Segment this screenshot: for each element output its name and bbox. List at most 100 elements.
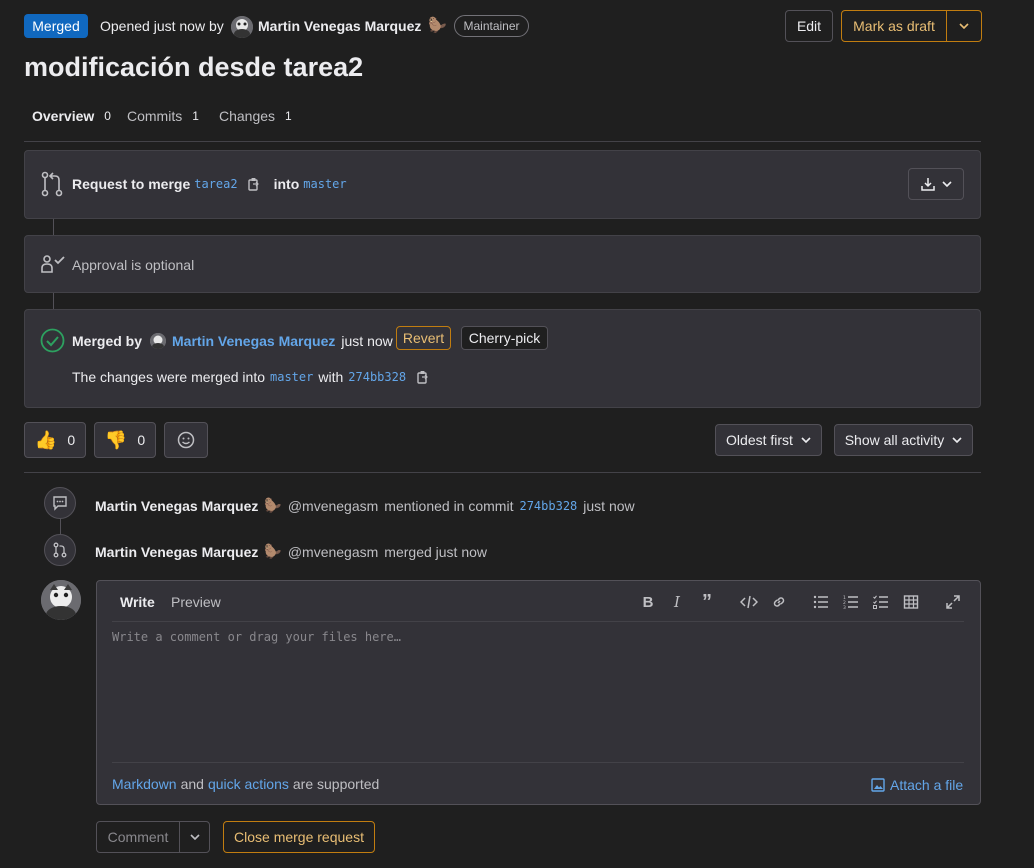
supported-text: are supported — [292, 776, 380, 792]
editor-toolbar-divider — [112, 621, 964, 622]
comment-options-dropdown[interactable] — [179, 821, 210, 853]
merge-commit-sha[interactable]: 274bb328 — [348, 370, 406, 384]
with-text: with — [318, 369, 344, 385]
activity-handle[interactable]: @mvenegasm — [288, 498, 378, 514]
comment-icon — [44, 487, 76, 519]
tab-commits[interactable]: Commits 1 — [127, 108, 199, 124]
opened-text: Opened just now by — [100, 18, 224, 34]
tab-label: Overview — [32, 108, 95, 124]
edit-button[interactable]: Edit — [785, 10, 833, 42]
italic-icon[interactable]: I — [668, 593, 686, 611]
table-icon[interactable] — [902, 593, 920, 611]
role-badge: Maintainer — [454, 15, 529, 37]
activity-divider — [24, 472, 981, 473]
comment-button[interactable]: Comment — [96, 821, 180, 853]
bullet-list-icon[interactable] — [812, 593, 830, 611]
and-text: and — [180, 776, 204, 792]
chevron-down-icon — [189, 834, 200, 840]
check-circle-icon — [40, 328, 65, 353]
close-merge-request-button[interactable]: Close merge request — [223, 821, 375, 853]
merged-widget — [24, 309, 981, 408]
source-branch[interactable]: tarea2 — [194, 177, 237, 191]
fullscreen-icon[interactable] — [944, 593, 962, 611]
tabs-divider — [24, 141, 981, 142]
mark-as-draft-button[interactable]: Mark as draft — [841, 10, 947, 42]
merge-details: The changes were merged into master with… — [72, 369, 429, 385]
activity-item: Martin Venegas Marquez 🦫 @mvenegasm ment… — [95, 497, 635, 514]
numbered-list-icon[interactable]: 123 — [842, 593, 860, 611]
comment-textarea[interactable] — [112, 630, 964, 758]
page-title: modificación desde tarea2 — [24, 52, 364, 82]
thumbs-down-button[interactable]: 👎 0 — [94, 422, 156, 458]
activity-user[interactable]: Martin Venegas Marquez — [95, 544, 258, 560]
activity-item: Martin Venegas Marquez 🦫 @mvenegasm merg… — [95, 543, 487, 560]
thumbs-up-icon: 👍 — [34, 429, 58, 450]
tab-count: 1 — [192, 109, 199, 123]
download-dropdown[interactable] — [908, 168, 964, 200]
timeline-connector — [53, 293, 54, 310]
quick-actions-link[interactable]: quick actions — [208, 776, 289, 792]
merged-into-text: The changes were merged into — [72, 369, 265, 385]
thumbs-down-icon: 👎 — [104, 429, 128, 450]
tab-label: Commits — [127, 108, 183, 124]
bold-icon[interactable]: B — [639, 593, 657, 611]
activity-user[interactable]: Martin Venegas Marquez — [95, 498, 258, 514]
activity-handle[interactable]: @mvenegasm — [288, 544, 378, 560]
attach-file-label: Attach a file — [890, 777, 964, 793]
copy-sha-icon[interactable] — [417, 370, 429, 384]
copy-branch-icon[interactable] — [247, 177, 260, 191]
beaver-emoji-icon: 🦫 — [264, 543, 282, 559]
activity-filter-dropdown[interactable]: Show all activity — [834, 424, 973, 456]
merged-by-label: Merged by — [72, 333, 143, 349]
tab-label: Changes — [219, 108, 276, 124]
quote-icon[interactable]: ” — [698, 591, 716, 613]
merge-prefix: Request to merge — [72, 176, 191, 192]
link-icon[interactable] — [770, 593, 788, 611]
tab-changes[interactable]: Changes 1 — [219, 108, 292, 124]
tab-count: 1 — [285, 109, 292, 123]
thumbs-up-button[interactable]: 👍 0 — [24, 422, 86, 458]
approval-icon — [40, 254, 66, 274]
tab-preview[interactable]: Preview — [171, 594, 221, 610]
merged-time: just now — [341, 333, 393, 349]
download-icon — [921, 178, 935, 191]
activity-time: just now — [583, 497, 635, 514]
add-reaction-button[interactable] — [164, 422, 208, 458]
beaver-emoji-icon: 🦫 — [264, 497, 282, 513]
merger-name[interactable]: Martin Venegas Marquez — [172, 333, 335, 349]
activity-action: mentioned in commit — [384, 497, 514, 514]
tab-write[interactable]: Write — [120, 594, 155, 610]
revert-button[interactable]: Revert — [396, 326, 451, 350]
current-user-avatar[interactable] — [41, 580, 81, 620]
sort-order-dropdown[interactable]: Oldest first — [715, 424, 822, 456]
target-branch[interactable]: master — [303, 177, 346, 191]
chevron-down-icon — [952, 437, 962, 443]
sort-order-label: Oldest first — [726, 432, 793, 448]
editor-footer-divider — [112, 762, 964, 763]
tab-count: 0 — [104, 109, 111, 123]
merge-icon — [44, 534, 76, 566]
approval-text: Approval is optional — [72, 257, 195, 273]
activity-commit[interactable]: 274bb328 — [519, 499, 577, 513]
markdown-help: Markdown and quick actions are supported — [112, 776, 379, 792]
merged-summary: Merged by Martin Venegas Marquez just no… — [72, 333, 393, 349]
more-actions-dropdown[interactable] — [946, 10, 982, 42]
task-list-icon[interactable] — [872, 593, 890, 611]
thumbs-down-count: 0 — [137, 432, 146, 448]
cherry-pick-button[interactable]: Cherry-pick — [461, 326, 548, 350]
author-avatar[interactable] — [231, 16, 253, 38]
merger-avatar[interactable] — [150, 333, 167, 349]
chevron-down-icon — [801, 437, 811, 443]
author-name[interactable]: Martin Venegas Marquez — [258, 18, 421, 34]
code-icon[interactable] — [740, 593, 758, 611]
markdown-link[interactable]: Markdown — [112, 776, 177, 792]
activity-filter-label: Show all activity — [844, 432, 945, 448]
tab-overview[interactable]: Overview 0 — [32, 108, 111, 124]
smiley-icon — [177, 431, 195, 449]
status-badge: Merged — [24, 14, 88, 38]
image-icon — [871, 778, 885, 792]
timeline-connector — [53, 219, 54, 236]
svg-text:3: 3 — [843, 605, 846, 609]
merged-branch[interactable]: master — [270, 370, 313, 384]
attach-file-button[interactable]: Attach a file — [871, 777, 963, 793]
